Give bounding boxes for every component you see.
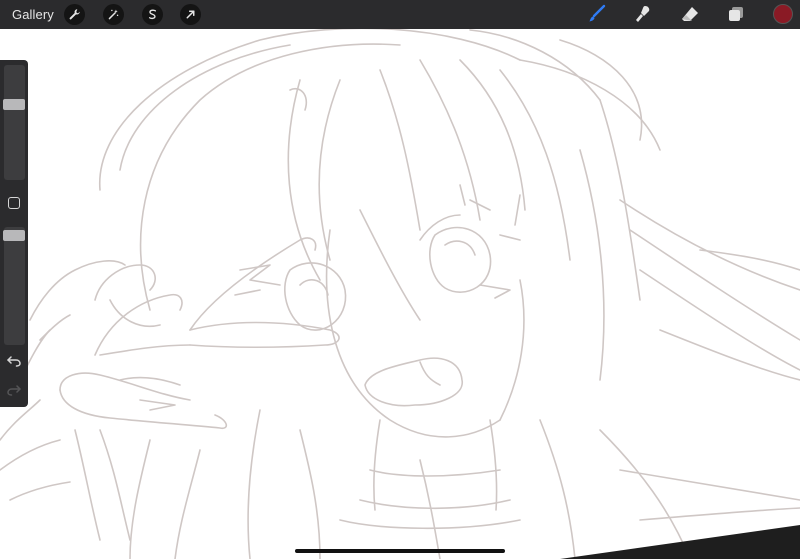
brush-tool-button[interactable] <box>586 3 608 25</box>
left-sidebar <box>0 60 28 407</box>
layers-icon <box>729 7 743 21</box>
undo-button[interactable] <box>6 354 22 368</box>
brush-icon <box>589 4 606 22</box>
arrow-cursor-icon <box>186 10 195 19</box>
undo-icon <box>7 356 21 367</box>
sketch-artwork <box>0 29 800 559</box>
magic-wand-icon <box>108 9 119 20</box>
brush-size-thumb[interactable] <box>3 99 25 110</box>
transform-button[interactable] <box>180 4 201 25</box>
gallery-button[interactable]: Gallery <box>12 0 54 29</box>
drawing-canvas[interactable] <box>0 29 800 559</box>
eraser-tool-button[interactable] <box>679 3 701 25</box>
selection-button[interactable] <box>142 4 163 25</box>
procreate-app: Gallery <box>0 0 800 559</box>
smudge-tool-button[interactable] <box>632 3 654 25</box>
redo-icon <box>7 385 21 396</box>
brush-opacity-slider[interactable] <box>3 227 25 345</box>
smudge-icon <box>636 6 650 22</box>
redo-button[interactable] <box>6 383 22 397</box>
eraser-icon <box>682 7 698 21</box>
canvas-edge-shadow <box>560 525 800 559</box>
top-toolbar: Gallery <box>0 0 800 29</box>
adjustments-button[interactable] <box>103 4 124 25</box>
layers-button[interactable] <box>725 3 747 25</box>
selection-s-icon <box>148 9 157 20</box>
home-indicator[interactable] <box>295 549 505 553</box>
brush-size-slider[interactable] <box>3 65 25 180</box>
brush-opacity-thumb[interactable] <box>3 230 25 241</box>
wrench-icon <box>69 9 80 20</box>
actions-button[interactable] <box>64 4 85 25</box>
modify-button[interactable] <box>8 197 20 209</box>
color-picker-swatch[interactable] <box>773 4 793 24</box>
